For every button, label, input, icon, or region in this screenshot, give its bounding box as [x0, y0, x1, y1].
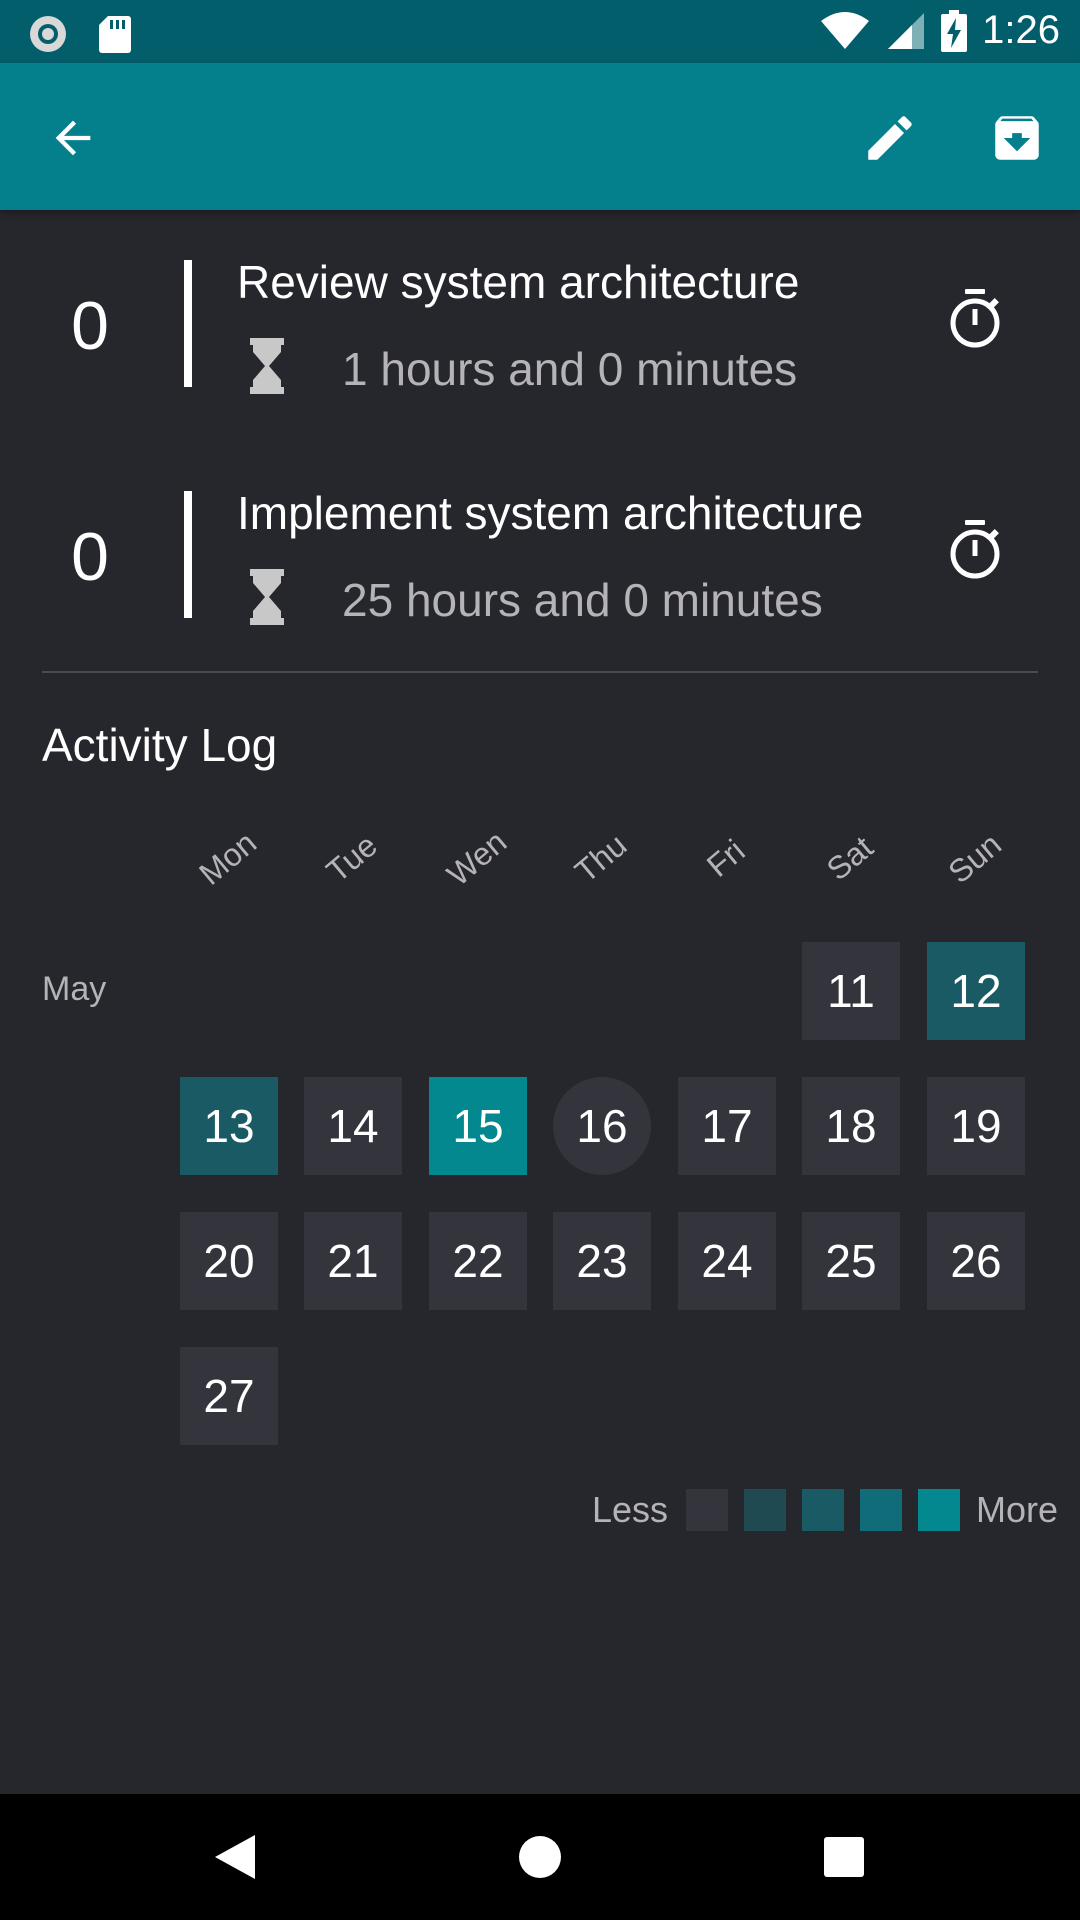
habit-count: 0 — [71, 288, 109, 364]
edit-button[interactable] — [855, 103, 925, 173]
calendar-day[interactable]: 23 — [553, 1212, 651, 1310]
back-button[interactable] — [38, 103, 108, 173]
legend-swatch — [860, 1489, 903, 1531]
navigation-bar — [0, 1794, 1080, 1920]
month-label: May — [42, 970, 107, 1008]
nav-recents-button[interactable] — [809, 1822, 879, 1892]
sd-card-icon — [99, 16, 131, 53]
habit-row[interactable]: 0 Review system architecture 1 hours and… — [0, 215, 1080, 435]
calendar-day[interactable]: 16 — [553, 1077, 651, 1175]
legend-swatch — [686, 1489, 729, 1531]
timer-button[interactable] — [945, 516, 1005, 582]
legend-swatch — [918, 1489, 961, 1531]
status-time: 1:26 — [982, 8, 1060, 52]
calendar-day[interactable]: 11 — [802, 942, 900, 1040]
calendar-day[interactable]: 21 — [304, 1212, 402, 1310]
activity-log-title: Activity Log — [42, 719, 278, 771]
calendar-day[interactable]: 14 — [304, 1077, 402, 1175]
square-recents-icon — [824, 1837, 864, 1877]
calendar-day[interactable]: 22 — [429, 1212, 527, 1310]
weekday-label: Tue — [319, 826, 384, 890]
triangle-back-icon — [215, 1835, 255, 1879]
habit-duration: 1 hours and 0 minutes — [342, 343, 798, 395]
weekday-label: Sun — [941, 826, 1009, 891]
hourglass-icon — [250, 569, 284, 625]
calendar-day[interactable]: 13 — [180, 1077, 278, 1175]
stopwatch-icon — [950, 520, 1000, 579]
weekday-label: Thu — [567, 826, 634, 890]
habit-count: 0 — [71, 519, 109, 595]
calendar-day[interactable]: 24 — [678, 1212, 776, 1310]
battery-charging-icon — [941, 9, 968, 52]
legend-swatch — [744, 1489, 787, 1531]
archive-icon — [995, 116, 1039, 160]
arrow-left-icon — [55, 120, 91, 156]
archive-button[interactable] — [982, 103, 1052, 173]
habit-progress-bar — [184, 491, 192, 624]
weekday-label: Mon — [192, 824, 264, 892]
stopwatch-icon — [950, 289, 1000, 348]
activity-legend: Less More — [592, 1488, 1058, 1532]
circle-home-icon — [519, 1836, 561, 1878]
calendar-day[interactable]: 18 — [802, 1077, 900, 1175]
wifi-icon — [821, 11, 870, 49]
timer-button[interactable] — [945, 285, 1005, 351]
weekday-label: Fri — [699, 832, 752, 884]
legend-less-label: Less — [592, 1489, 669, 1530]
calendar-day[interactable]: 26 — [927, 1212, 1025, 1310]
habit-title: Review system architecture — [237, 256, 800, 308]
divider — [42, 671, 1038, 673]
calendar-day[interactable]: 15 — [429, 1077, 527, 1175]
calendar-day[interactable]: 17 — [678, 1077, 776, 1175]
habit-progress-bar — [184, 260, 192, 393]
habit-row[interactable]: 0 Implement system architecture 25 hours… — [0, 446, 1080, 666]
habit-duration: 25 hours and 0 minutes — [342, 574, 823, 626]
calendar-day[interactable]: 25 — [802, 1212, 900, 1310]
weekday-label: Sat — [819, 828, 880, 888]
calendar-day[interactable]: 19 — [927, 1077, 1025, 1175]
legend-swatch — [802, 1489, 845, 1531]
legend-more-label: More — [976, 1489, 1059, 1530]
hourglass-icon — [250, 338, 284, 394]
signal-icon — [888, 12, 925, 49]
status-bar: 1:26 — [0, 0, 1080, 63]
nav-home-button[interactable] — [505, 1822, 575, 1892]
app-bar — [0, 63, 1080, 210]
pencil-icon — [868, 116, 912, 160]
calendar-day[interactable]: 27 — [180, 1347, 278, 1445]
habit-title: Implement system architecture — [237, 487, 864, 539]
record-icon — [30, 16, 66, 52]
calendar-day[interactable]: 20 — [180, 1212, 278, 1310]
calendar-day[interactable]: 12 — [927, 942, 1025, 1040]
weekday-label: Wen — [440, 823, 514, 893]
nav-back-button[interactable] — [200, 1822, 270, 1892]
